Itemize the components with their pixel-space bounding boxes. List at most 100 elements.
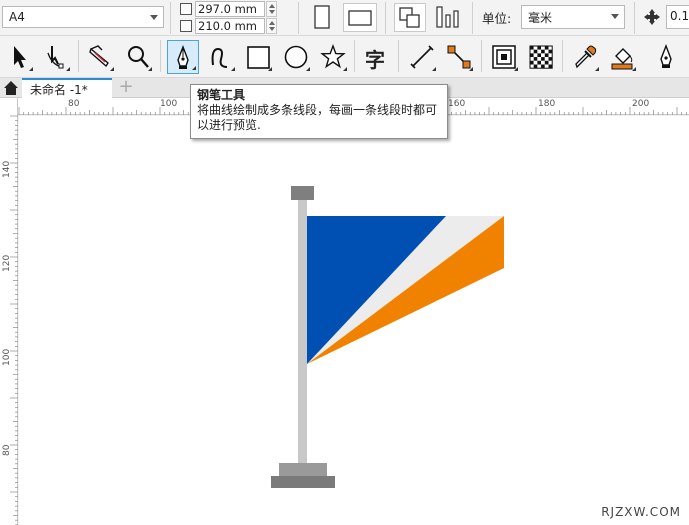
ruler-label: 180 [538,99,556,109]
page-width-stepper[interactable] [266,1,277,17]
toolbox: 字 [0,36,689,78]
flyout-triangle-icon [428,67,436,71]
pen-tool-tooltip: 钢笔工具 将曲线绘制成多条线段，每画一条线段时都可以进行预览. [190,84,448,139]
separator [398,40,399,72]
page-width-icon [180,3,192,15]
nudge-icon-wrap [640,0,664,34]
ruler-label: 80 [68,99,80,109]
page-width-row: 297.0 mm [180,1,290,17]
interactive-fill-tool[interactable] [606,40,638,74]
pen-nib-icon [660,44,672,68]
ruler-label: 140 [2,160,12,178]
add-tab-button[interactable]: + [116,78,136,97]
zoom-tool[interactable] [122,40,154,74]
portrait-icon [314,5,330,29]
property-bar: A4 297.0 mm 210.0 mm 单位: 毫米 0.1 [0,0,689,36]
separator [634,2,635,34]
page-height-row: 210.0 mm [180,18,290,34]
flyout-triangle-icon [339,67,347,71]
page-width-input[interactable]: 297.0 mm [195,1,265,17]
star-tool[interactable] [317,40,349,74]
all-pages-icon [399,7,420,28]
pole-cap[interactable] [291,186,314,200]
smart-fill-tool[interactable] [651,40,683,74]
pole-base-bottom[interactable] [271,476,335,488]
home-button[interactable] [2,79,20,97]
flyout-triangle-icon [510,67,518,71]
separator [170,2,171,34]
flyout-triangle-icon [465,67,473,71]
page-size-select[interactable]: A4 [2,6,164,28]
checkerboard-icon [529,45,553,69]
separator [160,40,161,72]
units-select[interactable]: 毫米 [521,5,625,29]
page-height-icon [180,20,192,32]
current-page-icon [436,6,459,28]
separator [78,40,79,72]
separator [472,2,473,34]
chevron-down-icon[interactable] [611,14,619,19]
shape-tool[interactable] [40,40,72,74]
ruler-label: 100 [160,99,178,109]
flyout-triangle-icon [628,67,636,71]
separator [354,40,355,72]
ruler-label: 200 [632,99,650,109]
flyout-triangle-icon [25,67,33,71]
pole-base-top[interactable] [279,463,327,477]
rectangle-tool[interactable] [242,40,274,74]
flyout-triangle-icon [106,67,114,71]
crop-tool[interactable] [84,40,116,74]
flag-pole[interactable] [298,200,307,464]
text-tool[interactable]: 字 [361,40,393,74]
units-label: 单位: [482,11,512,26]
tab-document-label: 未命名 -1* [30,83,88,97]
chevron-down-icon[interactable] [150,15,158,20]
dimension-tool[interactable] [406,40,438,74]
current-page-button[interactable] [432,0,464,34]
tooltip-description: 将曲线绘制成多条线段，每画一条线段时都可以进行预览. [197,103,438,132]
page-height-stepper[interactable] [266,18,277,34]
vertical-ruler[interactable]: 140 120 100 80 [0,98,18,525]
flyout-triangle-icon [144,67,152,71]
ruler-label: 160 [448,99,466,109]
tooltip-title: 钢笔工具 [197,88,246,102]
ruler-label: 120 [2,254,12,272]
app-window: A4 297.0 mm 210.0 mm 单位: 毫米 0.1 字 未命名 -1… [0,0,689,525]
pen-tool[interactable] [167,40,199,74]
tab-document[interactable]: 未命名 -1* [22,78,112,98]
contour-tool[interactable] [488,40,520,74]
ellipse-tool[interactable] [280,40,312,74]
all-pages-button[interactable] [394,3,426,32]
units-value: 毫米 [528,11,553,25]
flyout-triangle-icon [264,67,272,71]
separator [298,2,299,34]
flyout-triangle-icon [591,67,599,71]
ruler-label: 100 [2,348,12,366]
drawing-canvas[interactable]: RJZXW.COM [19,116,689,525]
nudge-arrows-icon [644,9,660,25]
flyout-triangle-icon [188,66,196,70]
ruler-label: 80 [2,444,12,456]
page-size-value: A4 [9,10,25,24]
flyout-triangle-icon [62,67,70,71]
page-height-input[interactable]: 210.0 mm [195,18,265,34]
nudge-distance-input[interactable]: 0.1 [666,5,689,29]
flag-artwork [271,186,504,488]
transparency-tool[interactable] [525,40,557,74]
separator [481,40,482,72]
flyout-triangle-icon [302,67,310,71]
separator [385,2,386,34]
connector-tool[interactable] [443,40,475,74]
portrait-button[interactable] [308,0,336,34]
watermark: RJZXW.COM [601,505,681,519]
pick-tool[interactable] [3,40,35,74]
landscape-button[interactable] [343,3,377,32]
artistic-media-tool[interactable] [205,40,237,74]
eyedropper-tool[interactable] [569,40,601,74]
separator [562,40,563,72]
text-tool-icon: 字 [365,48,385,72]
landscape-icon [348,10,372,26]
nudge-distance-value: 0.1 [670,9,689,23]
flyout-triangle-icon [227,67,235,71]
home-icon [4,81,18,95]
